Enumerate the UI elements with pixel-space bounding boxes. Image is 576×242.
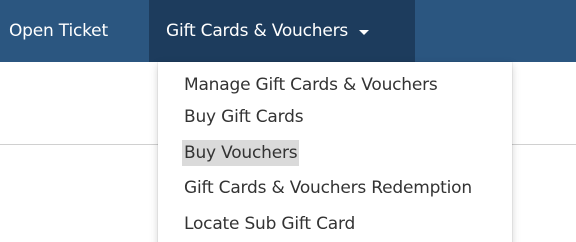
content-divider-left [0,144,160,145]
nav-gift-cards-vouchers-label: Gift Cards & Vouchers [166,21,349,41]
menu-item-manage-gift-cards-vouchers[interactable]: Manage Gift Cards & Vouchers [184,72,438,98]
gift-cards-dropdown-menu: Manage Gift Cards & Vouchers Buy Gift Ca… [158,62,512,242]
menu-item-buy-gift-cards[interactable]: Buy Gift Cards [184,104,304,130]
content-divider-right [512,144,576,145]
menu-item-locate-sub-gift-card[interactable]: Locate Sub Gift Card [184,211,355,237]
top-navbar: Open Ticket Gift Cards & Vouchers [0,0,576,62]
nav-open-ticket[interactable]: Open Ticket [0,0,149,62]
nav-open-ticket-label: Open Ticket [9,21,108,41]
menu-item-gift-cards-vouchers-redemption[interactable]: Gift Cards & Vouchers Redemption [184,175,472,201]
menu-item-buy-vouchers[interactable]: Buy Vouchers [182,140,300,166]
caret-down-icon [359,30,370,35]
nav-gift-cards-vouchers[interactable]: Gift Cards & Vouchers [149,0,415,62]
page: Open Ticket Gift Cards & Vouchers Manage… [0,0,576,242]
